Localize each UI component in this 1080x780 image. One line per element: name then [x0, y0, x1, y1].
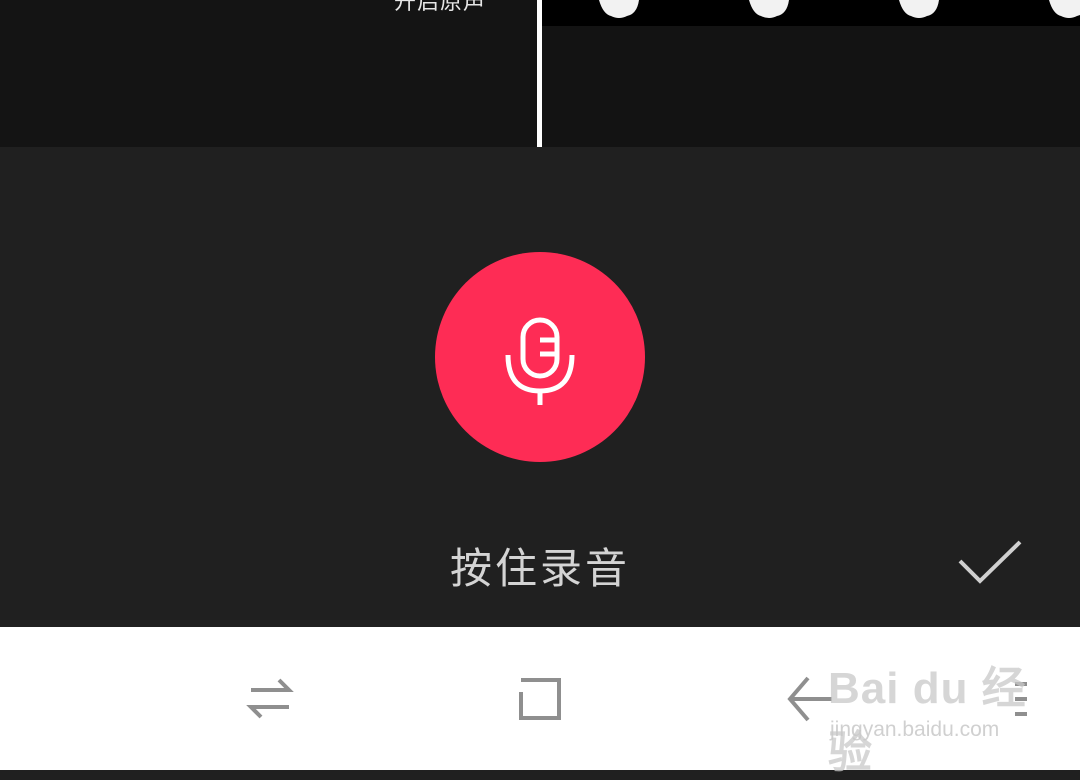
original-sound-track[interactable]: 开启原声	[0, 0, 537, 147]
thumbnail-frame	[599, 0, 639, 18]
menu-icon[interactable]	[995, 674, 1045, 724]
record-panel: 按住录音	[0, 147, 1080, 627]
hold-to-record-label: 按住录音	[449, 544, 630, 593]
original-sound-label[interactable]: 开启原声	[360, 0, 520, 16]
system-nav-bar	[0, 627, 1080, 770]
thumbnail-frame	[899, 0, 939, 18]
record-button[interactable]	[435, 252, 645, 462]
square-icon[interactable]	[515, 674, 565, 724]
video-track[interactable]	[542, 0, 1080, 147]
swap-arrows-icon[interactable]	[245, 674, 295, 724]
video-thumbnail-strip	[542, 0, 1080, 26]
thumbnail-frame	[1049, 0, 1080, 18]
back-arrow-icon[interactable]	[786, 674, 836, 724]
thumbnail-frame	[749, 0, 789, 18]
timeline: 开启原声	[0, 0, 1080, 147]
checkmark-icon[interactable]	[956, 539, 1026, 589]
microphone-icon	[505, 317, 575, 405]
